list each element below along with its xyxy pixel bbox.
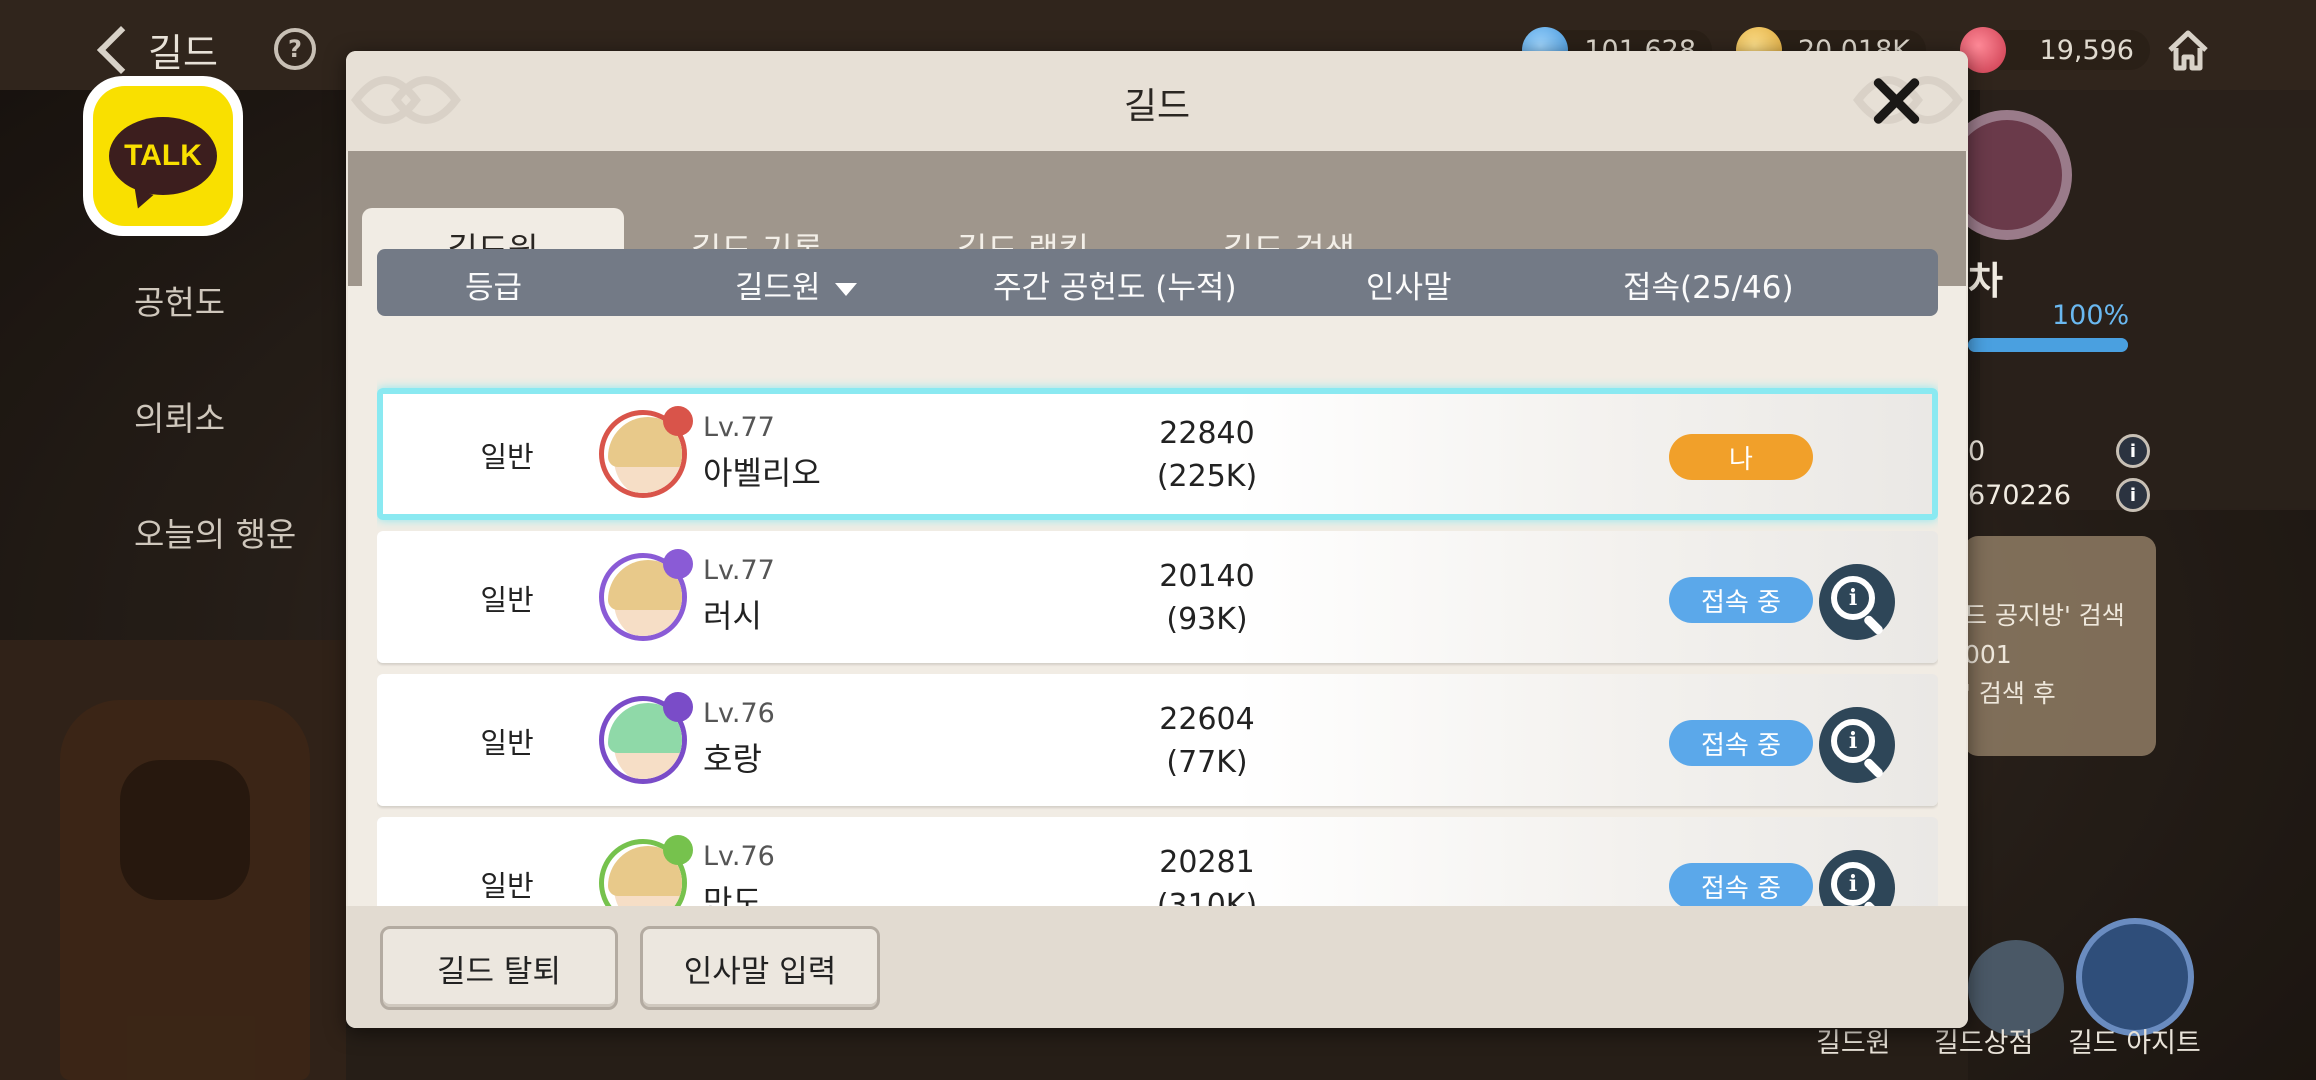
member-contribution: 22840 (225K) xyxy=(1057,412,1357,498)
class-badge-icon xyxy=(663,406,693,436)
panel-percent: 100% xyxy=(2052,300,2130,331)
member-info-button[interactable]: i xyxy=(1819,564,1895,640)
magnify-info-icon: i xyxy=(1831,862,1875,906)
kakao-talk-icon: TALK xyxy=(93,86,233,226)
crystal-amount: 19,596 xyxy=(2039,34,2134,66)
notice-line: 드 공지방' 검색 xyxy=(1964,601,2125,630)
total-contribution: (77K) xyxy=(1166,745,1248,780)
info-icon[interactable]: i xyxy=(2116,478,2150,512)
member-rank: 일반 xyxy=(480,583,534,617)
status-badge: 접속 중 xyxy=(1669,577,1813,623)
guild-exp-bar-fill xyxy=(1968,338,2128,352)
member-level: Lv.76 xyxy=(703,698,775,729)
panel-label-fragment: 차 xyxy=(1968,259,2003,303)
back-label: 길드 xyxy=(148,31,218,75)
weekly-contribution: 20140 xyxy=(1159,559,1255,594)
home-icon[interactable] xyxy=(2164,26,2212,74)
side-menu-fortune[interactable]: 오늘의 행운 xyxy=(134,508,296,556)
class-badge-icon xyxy=(663,692,693,722)
notice-line: 001 xyxy=(1964,640,2012,669)
dialog-title: 길드 xyxy=(1123,86,1191,127)
leave-guild-button[interactable]: 길드 탈퇴 xyxy=(380,926,618,1010)
member-contribution: 20281 (310K) xyxy=(1057,841,1357,913)
back-button[interactable]: 길드 xyxy=(92,22,218,77)
help-icon[interactable]: ? xyxy=(274,28,316,70)
member-name: 호랑 xyxy=(703,740,762,778)
nav-guild-hideout[interactable]: 길드 아지트 xyxy=(2068,1021,2201,1060)
col-online-prefix: 접속( xyxy=(1623,270,1693,306)
col-greeting: 인사말 xyxy=(1366,270,1452,306)
member-contribution: 20140 (93K) xyxy=(1057,555,1357,641)
member-level: Lv.77 xyxy=(703,555,775,586)
col-online-suffix: /46) xyxy=(1731,270,1794,306)
online-count: 25 xyxy=(1692,270,1732,306)
dialog-footer: 길드 탈퇴 인사말 입력 xyxy=(346,906,1968,1028)
info-icon[interactable]: i xyxy=(2116,434,2150,468)
notice-line: ' 검색 후 xyxy=(1964,679,2056,708)
status-badge: 나 xyxy=(1669,434,1813,480)
member-table-header: 등급 길드원 주간 공헌도 (누적) 인사말 접속(25/46) xyxy=(377,249,1938,316)
member-name: 러시 xyxy=(703,597,762,635)
member-rank: 일반 xyxy=(480,726,534,760)
member-rank: 일반 xyxy=(480,869,534,903)
member-list[interactable]: 일반 Lv.77 아벨리오 22840 (225K) 나 일반 Lv.77 러시… xyxy=(377,333,1938,913)
member-row[interactable]: 일반 Lv.77 러시 20140 (93K) 접속 중 i xyxy=(377,531,1938,663)
kakao-talk-label: TALK xyxy=(109,117,217,195)
weekly-contribution: 20281 xyxy=(1159,845,1255,880)
col-weekly-contribution[interactable]: 주간 공헌도 (누적) xyxy=(993,262,1237,307)
side-menu-contribution[interactable]: 공헌도 xyxy=(134,276,225,324)
status-badge: 접속 중 xyxy=(1669,863,1813,909)
magnify-info-icon: i xyxy=(1831,719,1875,763)
member-info-button[interactable]: i xyxy=(1819,850,1895,913)
back-chevron-icon xyxy=(96,25,146,74)
member-rank: 일반 xyxy=(480,440,534,474)
magnify-info-icon: i xyxy=(1831,576,1875,620)
member-info-button[interactable]: i xyxy=(1819,707,1895,783)
class-badge-icon xyxy=(663,549,693,579)
guild-hideout-icon xyxy=(2076,918,2194,1036)
member-contribution: 22604 (77K) xyxy=(1057,698,1357,784)
kakao-talk-button[interactable]: TALK xyxy=(83,76,243,236)
member-level: Lv.77 xyxy=(703,412,775,443)
member-name: 아벨리오 xyxy=(703,454,821,492)
panel-stat-2: 670226 xyxy=(1968,480,2072,511)
member-row[interactable]: 일반 Lv.76 호랑 22604 (77K) 접속 중 i xyxy=(377,674,1938,806)
dialog-header: 길드 xyxy=(346,51,1968,151)
class-badge-icon xyxy=(663,835,693,865)
status-badge: 접속 중 xyxy=(1669,720,1813,766)
weekly-contribution: 22840 xyxy=(1159,416,1255,451)
col-member-label: 길드원 xyxy=(735,270,821,306)
col-member[interactable]: 길드원 xyxy=(735,262,857,307)
side-menu-request[interactable]: 의뢰소 xyxy=(134,392,225,440)
col-online[interactable]: 접속(25/46) xyxy=(1623,262,1794,307)
weekly-contribution: 22604 xyxy=(1159,702,1255,737)
guild-exp-bar xyxy=(1968,338,2128,352)
close-icon[interactable] xyxy=(1868,73,1924,129)
col-rank[interactable]: 등급 xyxy=(465,262,522,307)
member-row[interactable]: 일반 Lv.77 아벨리오 22840 (225K) 나 xyxy=(377,388,1938,520)
guild-notice-box: 드 공지방' 검색 001 ' 검색 후 xyxy=(1964,536,2156,756)
member-row[interactable]: 일반 Lv.76 만도 20281 (310K) 접속 중 i xyxy=(377,817,1938,913)
total-contribution: (93K) xyxy=(1166,602,1248,637)
sort-down-icon xyxy=(834,283,857,296)
guild-dialog: 길드 길드원 길드 기록 길드 랭킹 길드 검색 등급 길드원 주간 공헌도 (… xyxy=(346,51,1968,1028)
member-level: Lv.76 xyxy=(703,841,775,872)
currency-crystal[interactable]: 19,596 xyxy=(1960,27,2150,73)
total-contribution: (225K) xyxy=(1156,459,1258,494)
enter-greeting-button[interactable]: 인사말 입력 xyxy=(640,926,880,1010)
panel-stat-1: 0 xyxy=(1968,436,1986,467)
